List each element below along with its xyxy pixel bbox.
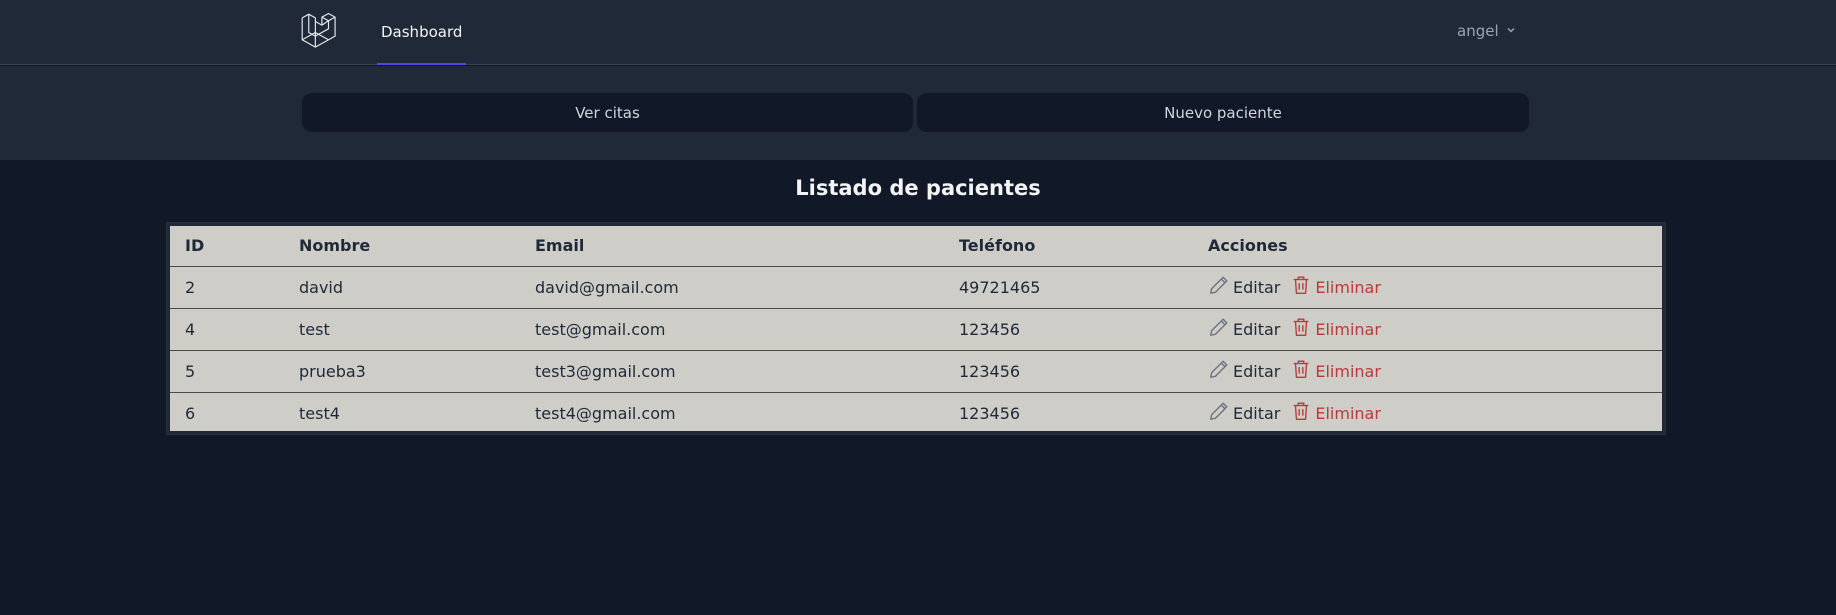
pencil-icon xyxy=(1208,400,1230,426)
cell-id: 5 xyxy=(170,349,284,392)
edit-label: Editar xyxy=(1233,319,1281,339)
cell-acciones: Editar Eliminar xyxy=(1193,349,1662,392)
trash-icon xyxy=(1290,358,1312,384)
nuevo-paciente-button[interactable]: Nuevo paciente xyxy=(917,93,1529,132)
delete-button[interactable]: Eliminar xyxy=(1290,400,1381,426)
edit-label: Editar xyxy=(1233,277,1281,297)
header-email: Email xyxy=(535,236,585,256)
header-acciones: Acciones xyxy=(1208,236,1288,256)
cell-email: test3@gmail.com xyxy=(520,349,944,392)
table-row: 6 test4 test4@gmail.com 123456 Editar El… xyxy=(170,391,1662,434)
edit-button[interactable]: Editar xyxy=(1208,400,1280,426)
table-header-row: ID Nombre Email Teléfono Acciones xyxy=(170,226,1662,266)
table-row: 5 prueba3 test3@gmail.com 123456 Editar … xyxy=(170,349,1662,392)
table-row: 2 david david@gmail.com 49721465 Editar … xyxy=(170,265,1662,308)
cell-telefono: 123456 xyxy=(944,391,1193,434)
delete-label: Eliminar xyxy=(1315,403,1381,423)
edit-button[interactable]: Editar xyxy=(1208,358,1280,384)
pencil-icon xyxy=(1208,358,1230,384)
patients-table: ID Nombre Email Teléfono Acciones 2 davi… xyxy=(167,223,1665,434)
chevron-down-icon xyxy=(1505,22,1517,40)
cell-id: 6 xyxy=(170,391,284,434)
cell-id: 4 xyxy=(170,307,284,350)
cell-telefono: 123456 xyxy=(944,349,1193,392)
delete-label: Eliminar xyxy=(1315,361,1381,381)
pencil-icon xyxy=(1208,316,1230,342)
delete-button[interactable]: Eliminar xyxy=(1290,274,1381,300)
delete-button[interactable]: Eliminar xyxy=(1290,358,1381,384)
user-name: angel xyxy=(1457,22,1499,40)
nav-dashboard-link[interactable]: Dashboard xyxy=(377,0,467,65)
trash-icon xyxy=(1290,274,1312,300)
cell-email: david@gmail.com xyxy=(520,265,944,308)
pencil-icon xyxy=(1208,274,1230,300)
edit-label: Editar xyxy=(1233,403,1281,423)
cell-nombre: test xyxy=(284,307,520,350)
edit-button[interactable]: Editar xyxy=(1208,274,1280,300)
delete-button[interactable]: Eliminar xyxy=(1290,316,1381,342)
cell-acciones: Editar Eliminar xyxy=(1193,307,1662,350)
cell-nombre: test4 xyxy=(284,391,520,434)
trash-icon xyxy=(1290,400,1312,426)
cell-id: 2 xyxy=(170,265,284,308)
page-title: Listado de pacientes xyxy=(795,176,1041,200)
table-row: 4 test test@gmail.com 123456 Editar Elim… xyxy=(170,307,1662,350)
cell-acciones: Editar Eliminar xyxy=(1193,391,1662,434)
top-navbar: Dashboard angel xyxy=(0,0,1836,65)
edit-button[interactable]: Editar xyxy=(1208,316,1280,342)
header-telefono: Teléfono xyxy=(959,236,1036,256)
delete-label: Eliminar xyxy=(1315,319,1381,339)
header-id: ID xyxy=(185,236,205,256)
cell-email: test@gmail.com xyxy=(520,307,944,350)
cell-acciones: Editar Eliminar xyxy=(1193,265,1662,308)
cell-telefono: 123456 xyxy=(944,307,1193,350)
cell-email: test4@gmail.com xyxy=(520,391,944,434)
delete-label: Eliminar xyxy=(1315,277,1381,297)
user-dropdown[interactable]: angel xyxy=(1457,19,1517,43)
trash-icon xyxy=(1290,316,1312,342)
cell-nombre: david xyxy=(284,265,520,308)
ver-citas-button[interactable]: Ver citas xyxy=(302,93,913,132)
cell-telefono: 49721465 xyxy=(944,265,1193,308)
laravel-logo-icon[interactable] xyxy=(300,12,338,50)
cell-nombre: prueba3 xyxy=(284,349,520,392)
edit-label: Editar xyxy=(1233,361,1281,381)
header-nombre: Nombre xyxy=(299,236,371,256)
subheader: Ver citas Nuevo paciente xyxy=(0,66,1836,160)
